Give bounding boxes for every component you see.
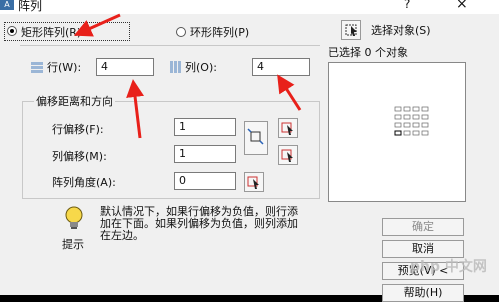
preview-cell <box>394 130 402 136</box>
columns-label: 列(O): <box>185 61 217 74</box>
pick-col-offset-button[interactable] <box>278 145 298 165</box>
columns-icon <box>168 60 182 74</box>
tip-title: 提示 <box>62 238 84 251</box>
lightbulb-icon <box>62 205 86 231</box>
watermark: php 中文网 <box>410 259 487 275</box>
angle-input[interactable]: 0 <box>174 172 236 190</box>
help-icon[interactable]: ? <box>404 0 410 11</box>
separator <box>20 45 320 46</box>
pick-point-icon <box>247 176 259 189</box>
preview-cell <box>421 106 429 112</box>
pick-offsets-icon <box>247 128 264 145</box>
preview-cell <box>421 122 429 128</box>
rows-icon <box>30 60 44 74</box>
select-cursor-icon <box>345 24 357 36</box>
rect-array-radio[interactable] <box>7 26 17 36</box>
selected-count-text: 已选择 0 个对象 <box>328 46 408 59</box>
row-offset-input[interactable]: 1 <box>174 118 236 136</box>
preview-cell <box>412 130 420 136</box>
preview-cell <box>394 106 402 112</box>
app-icon: A <box>0 0 14 10</box>
rows-label: 行(W): <box>47 61 82 74</box>
columns-input[interactable]: 4 <box>252 58 310 76</box>
pick-angle-button[interactable] <box>244 172 264 192</box>
ok-button[interactable]: 确定 <box>382 218 464 236</box>
array-preview-graphic <box>394 106 429 136</box>
pick-row-offset-button[interactable] <box>278 118 298 138</box>
row-offset-label: 行偏移(F): <box>52 123 104 136</box>
preview-cell <box>412 114 420 120</box>
title-bar <box>0 0 499 14</box>
pick-point-icon <box>281 149 293 162</box>
pick-point-icon <box>281 122 293 135</box>
select-objects-button[interactable] <box>341 20 361 40</box>
preview-cell <box>394 122 402 128</box>
preview-cell <box>412 122 420 128</box>
preview-cell <box>403 122 411 128</box>
angle-label: 阵列角度(A): <box>52 176 116 189</box>
preview-cell <box>394 114 402 120</box>
polar-array-label: 环形阵列(P) <box>190 26 250 39</box>
select-objects-label: 选择对象(S) <box>371 24 431 37</box>
polar-array-option[interactable]: 环形阵列(P) <box>176 24 296 40</box>
help-button[interactable]: 帮助(H) <box>382 284 464 302</box>
rect-array-label: 矩形阵列(R) <box>21 26 82 39</box>
close-icon[interactable]: × <box>456 0 468 12</box>
rect-array-option[interactable]: 矩形阵列(R) <box>4 22 130 41</box>
preview-cell <box>403 114 411 120</box>
col-offset-input[interactable]: 1 <box>174 145 236 163</box>
offset-group-title: 偏移距离和方向 <box>34 93 115 109</box>
preview-cell <box>421 130 429 136</box>
preview-cell <box>412 106 420 112</box>
preview-cell <box>403 106 411 112</box>
preview-cell <box>403 130 411 136</box>
polar-array-radio[interactable] <box>176 27 186 37</box>
preview-cell <box>421 114 429 120</box>
preview-panel <box>328 62 466 202</box>
window-title: 阵列 <box>18 0 43 13</box>
pick-both-offsets-button[interactable] <box>244 121 268 155</box>
rows-input[interactable]: 4 <box>96 58 154 76</box>
col-offset-label: 列偏移(M): <box>52 150 107 163</box>
tip-text: 默认情况下，如果行偏移为负值，则行添加在下面。如果列偏移为负值，则列添加在左边。 <box>100 205 298 242</box>
